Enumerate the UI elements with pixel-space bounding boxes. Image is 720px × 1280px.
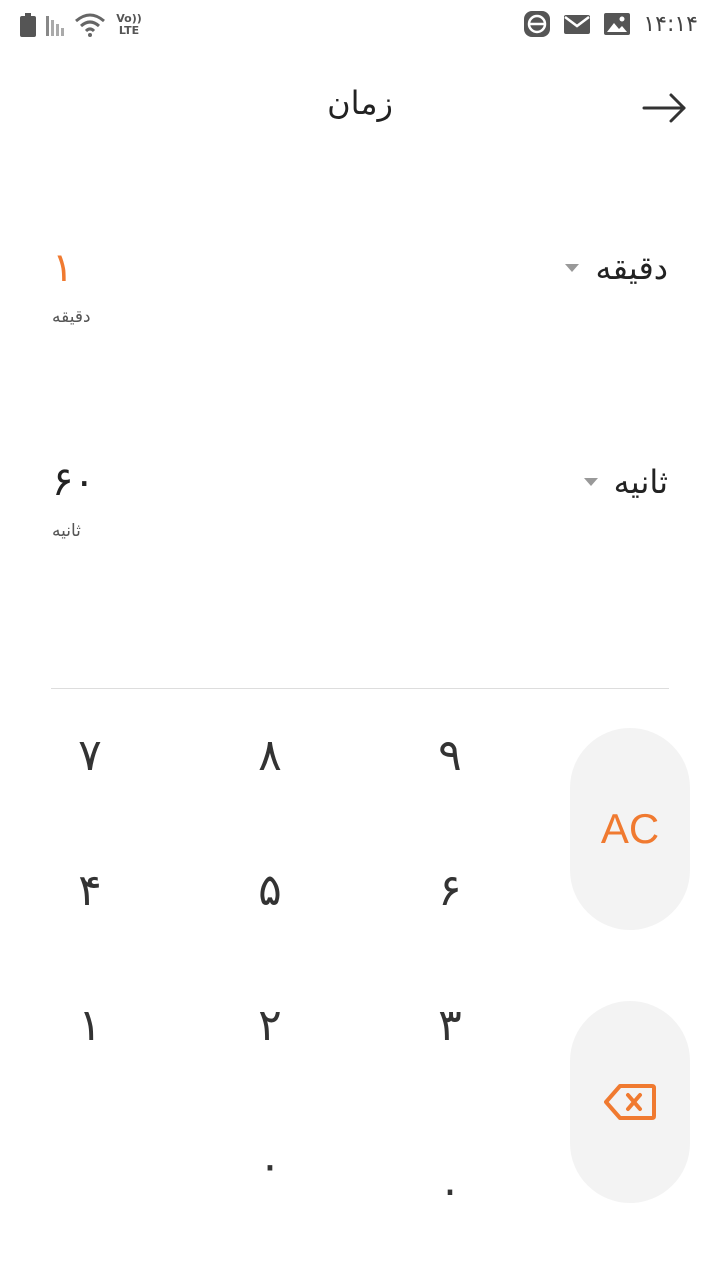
dropdown-caret-icon <box>583 478 598 486</box>
key-1[interactable]: ۱ <box>30 975 150 1075</box>
second-value: ۶۰ <box>52 459 95 505</box>
key-8[interactable]: ۸ <box>210 705 330 805</box>
signal-icon <box>46 14 64 36</box>
minute-unit-label: دقیقه <box>595 249 668 287</box>
second-unit-dropdown[interactable]: ثانیه <box>583 457 668 507</box>
key-7[interactable]: ۷ <box>30 705 150 805</box>
volte-icon: Vo)) LTE <box>116 12 142 37</box>
unit-converter-screen: Vo)) LTE ۱۴:۱۴ زمان ۱ دقیقه دقیقه ۶۰ ثان… <box>0 0 720 1280</box>
clear-button-label: AC <box>600 805 660 852</box>
second-unit-label: ثانیه <box>613 463 668 501</box>
key-9[interactable]: ۹ <box>390 705 510 805</box>
second-sub-label: ثانیه <box>52 521 81 541</box>
wifi-icon <box>75 13 105 37</box>
status-bar: Vo)) LTE ۱۴:۱۴ <box>0 0 720 50</box>
backspace-icon <box>604 1084 656 1120</box>
status-clock: ۱۴:۱۴ <box>643 11 698 37</box>
image-icon <box>604 13 631 35</box>
minute-sub-label: دقیقه <box>52 307 91 327</box>
arrow-right-icon <box>642 93 686 123</box>
key-6[interactable]: ۶ <box>390 840 510 940</box>
minute-value: ۱ <box>52 245 74 291</box>
app-e-icon <box>524 11 551 37</box>
battery-icon <box>20 13 36 37</box>
key-3[interactable]: ۳ <box>390 975 510 1075</box>
clear-button[interactable]: AC <box>570 728 690 930</box>
app-header: زمان <box>0 70 720 146</box>
key-0[interactable]: ۰ <box>210 1115 330 1215</box>
status-bar-left: Vo)) LTE <box>20 10 142 40</box>
second-field[interactable]: ۶۰ ثانیه ثانیه <box>52 457 668 557</box>
key-5[interactable]: ۵ <box>210 840 330 940</box>
key-decimal[interactable]: . <box>390 1130 510 1230</box>
page-title: زمان <box>327 84 393 122</box>
dropdown-caret-icon <box>565 264 580 272</box>
minute-unit-dropdown[interactable]: دقیقه <box>565 243 668 293</box>
back-button[interactable] <box>640 86 690 130</box>
minute-field[interactable]: ۱ دقیقه دقیقه <box>52 243 668 343</box>
backspace-button[interactable] <box>570 1001 690 1203</box>
key-2[interactable]: ۲ <box>210 975 330 1075</box>
status-bar-right: ۱۴:۱۴ <box>523 8 698 40</box>
key-4[interactable]: ۴ <box>30 840 150 940</box>
divider <box>51 688 669 689</box>
mail-icon <box>564 15 591 34</box>
